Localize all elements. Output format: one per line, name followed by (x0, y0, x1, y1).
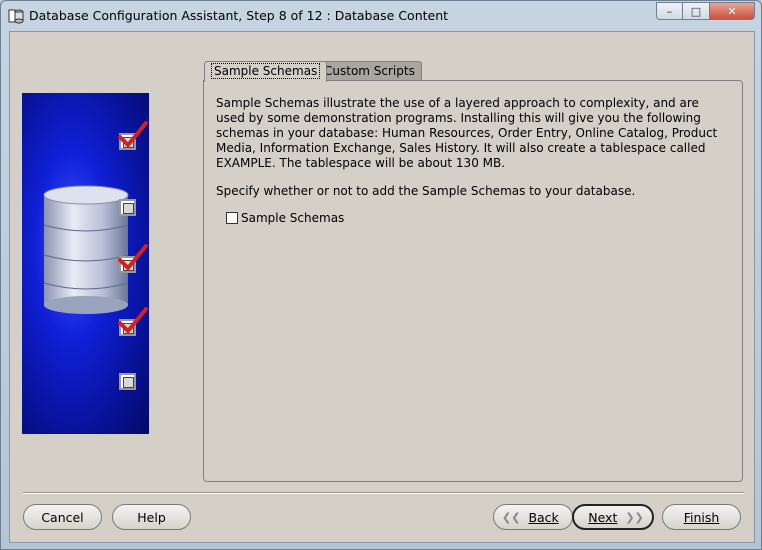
tab-content-panel: Sample Schemas illustrate the use of a l… (203, 80, 743, 482)
wizard-progress-panel (22, 93, 149, 434)
next-button[interactable]: Next ❯❯ (572, 504, 654, 530)
help-button-label: Help (137, 509, 166, 525)
cancel-button-label: Cancel (41, 509, 84, 525)
chevron-left-icon: ❮❮ (502, 510, 521, 524)
checkmark-icon (118, 244, 148, 271)
sample-schemas-checkbox-label[interactable]: Sample Schemas (241, 211, 344, 225)
database-cylinder-icon (43, 185, 129, 314)
dialog-body: Sample Schemas Custom Scripts Sample Sch… (9, 31, 755, 543)
window-controls: – □ ✕ (656, 2, 755, 20)
step-indicator-5 (119, 373, 136, 390)
title-bar[interactable]: Database Configuration Assistant, Step 8… (1, 1, 761, 31)
checkmark-icon (118, 307, 148, 334)
button-separator (23, 492, 744, 494)
tab-label: Custom Scripts (324, 64, 415, 78)
cancel-button[interactable]: Cancel (23, 504, 102, 530)
sample-schemas-option[interactable]: Sample Schemas (226, 211, 344, 225)
back-button-label: Back (528, 509, 559, 525)
step-indicator-2 (119, 199, 136, 216)
finish-button-label: Finish (683, 509, 720, 525)
tab-label: Sample Schemas (211, 63, 321, 79)
schemas-description: Sample Schemas illustrate the use of a l… (216, 96, 718, 170)
help-button[interactable]: Help (112, 504, 191, 530)
minimize-button[interactable]: – (656, 2, 683, 20)
close-button[interactable]: ✕ (710, 2, 755, 20)
tab-custom-scripts[interactable]: Custom Scripts (317, 61, 422, 81)
checkmark-icon (118, 121, 148, 148)
finish-button[interactable]: Finish (662, 504, 741, 530)
window-title: Database Configuration Assistant, Step 8… (29, 8, 449, 23)
maximize-button[interactable]: □ (683, 2, 710, 20)
chevron-right-icon: ❯❯ (625, 510, 644, 524)
tab-sample-schemas[interactable]: Sample Schemas (204, 61, 328, 82)
dialog-window: Database Configuration Assistant, Step 8… (0, 0, 762, 550)
sample-schemas-checkbox[interactable] (226, 212, 238, 224)
next-button-label: Next (588, 509, 618, 525)
database-app-icon (8, 9, 24, 24)
schemas-prompt: Specify whether or not to add the Sample… (216, 184, 636, 198)
back-button[interactable]: ❮❮ Back (493, 504, 573, 530)
